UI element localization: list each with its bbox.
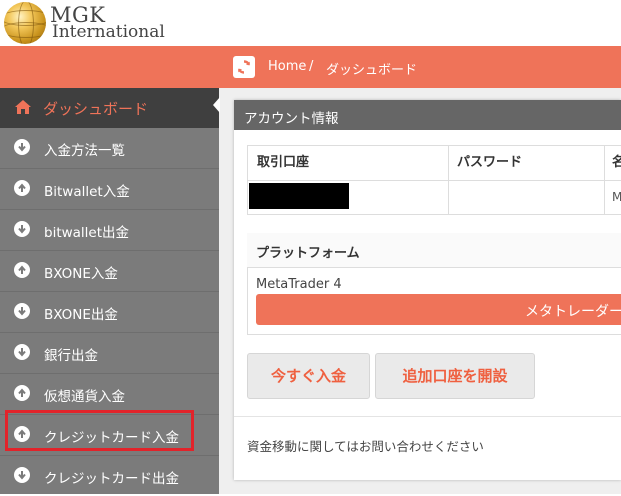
- arrow-circle-down-icon: [14, 467, 30, 483]
- sidebar-item-label: 仮想通貨入金: [44, 389, 125, 405]
- sidebar-item-label: クレジットカード入金: [44, 430, 179, 446]
- column-header-name: 名: [612, 155, 621, 170]
- globe-logo-icon: [4, 2, 46, 44]
- sidebar-item-label: 入金方法一覧: [44, 143, 125, 159]
- sidebar-item-bxone-withdraw[interactable]: BXONE出金: [0, 292, 219, 332]
- arrow-circle-down-icon: [14, 221, 30, 237]
- arrow-circle-up-icon: [14, 180, 30, 196]
- column-header-password: パスワード: [457, 155, 523, 170]
- panel-title: アカウント情報: [244, 111, 339, 127]
- table-cell-truncated: M: [612, 190, 621, 204]
- arrow-circle-up-icon: [14, 426, 30, 442]
- column-header-account: 取引口座: [257, 155, 310, 170]
- breadcrumb-bar: Home / ダッシュボード: [0, 46, 621, 88]
- breadcrumb-separator: /: [309, 59, 314, 74]
- active-pointer: [213, 97, 220, 113]
- contact-note: 資金移動に関してはお問い合わせください: [247, 439, 484, 454]
- sidebar-item-label: クレジットカード出金: [44, 471, 179, 487]
- sidebar-item-dashboard[interactable]: ダッシュボード: [0, 88, 219, 128]
- divider: [234, 416, 621, 417]
- metatrader-button[interactable]: メタトレーダー: [256, 294, 621, 325]
- home-icon: [15, 100, 31, 114]
- breadcrumb-home-link[interactable]: Home: [268, 59, 306, 74]
- sidebar-item-label: BXONE入金: [44, 266, 118, 282]
- metatrader-button-label: メタトレーダー: [525, 304, 621, 320]
- sidebar-item-label: BXONE出金: [44, 307, 118, 323]
- refresh-button[interactable]: [233, 56, 255, 78]
- sidebar: ダッシュボード 入金方法一覧 Bitwallet入金 bitwallet出金 B…: [0, 88, 219, 494]
- redacted-account-number: [249, 183, 349, 209]
- arrow-circle-down-icon: [14, 139, 30, 155]
- arrow-circle-up-icon: [14, 385, 30, 401]
- brand-subname: International: [52, 22, 165, 42]
- deposit-now-button[interactable]: 今すぐ入金: [247, 353, 370, 399]
- account-panel-header: アカウント情報: [234, 100, 621, 130]
- sidebar-item-crypto-deposit[interactable]: 仮想通貨入金: [0, 374, 219, 414]
- sidebar-item-credit-card-deposit[interactable]: クレジットカード入金: [0, 415, 219, 455]
- sidebar-item-label: Bitwallet入金: [44, 184, 130, 200]
- sidebar-item-label: 銀行出金: [44, 348, 98, 364]
- sidebar-item-label: ダッシュボード: [43, 100, 149, 118]
- sidebar-item-deposit-methods[interactable]: 入金方法一覧: [0, 128, 219, 168]
- open-account-button[interactable]: 追加口座を開設: [375, 353, 535, 399]
- breadcrumb-current: ダッシュボード: [326, 63, 418, 78]
- sidebar-item-credit-card-withdraw[interactable]: クレジットカード出金: [0, 456, 219, 496]
- arrow-circle-down-icon: [14, 344, 30, 360]
- platform-name: MetaTrader 4: [256, 277, 342, 292]
- sidebar-item-bank-withdraw[interactable]: 銀行出金: [0, 333, 219, 373]
- sidebar-item-bitwallet-withdraw[interactable]: bitwallet出金: [0, 210, 219, 250]
- refresh-icon: [237, 60, 251, 74]
- sidebar-item-bitwallet-deposit[interactable]: Bitwallet入金: [0, 169, 219, 209]
- sidebar-item-bxone-deposit[interactable]: BXONE入金: [0, 251, 219, 291]
- platform-header: プラットフォーム: [247, 233, 621, 268]
- arrow-circle-down-icon: [14, 303, 30, 319]
- platform-header-title: プラットフォーム: [256, 246, 360, 261]
- arrow-circle-up-icon: [14, 262, 30, 278]
- top-header: MGK International: [0, 0, 621, 46]
- sidebar-item-label: bitwallet出金: [44, 225, 130, 241]
